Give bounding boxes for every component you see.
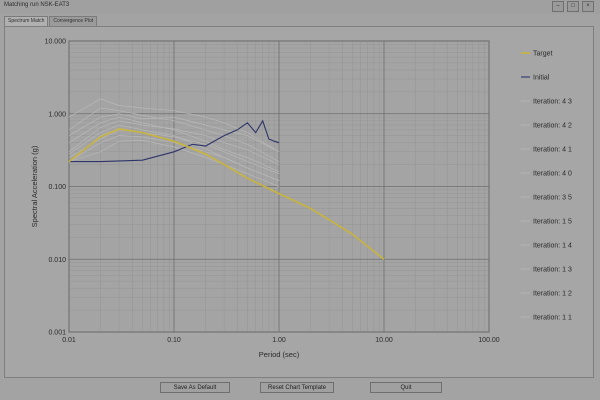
y-tick-label: 0.100 [48,184,66,191]
x-tick-label: 1.00 [272,337,286,344]
legend-entry: Iteration: 1 4 [533,243,572,250]
legend-entry: Iteration: 4 0 [533,171,572,178]
legend-entry: Iteration: 3 5 [533,195,572,202]
chart-panel: 0.01 0.10 1.00 10.00 100.00 0.001 0.010 0.100 1.… [4,26,594,378]
window-title: Matching run NSK-EAT3 [4,2,70,8]
legend-entry: Iteration: 1 2 [533,291,572,298]
maximize-icon[interactable]: □ [567,1,579,12]
x-tick-label: 0.10 [167,337,181,344]
legend-entry: Iteration: 4 2 [533,123,572,130]
x-tick-label: 100.00 [478,337,500,344]
bottom-button-bar: Save As Default Reset Chart Template Qui… [0,378,600,400]
save-as-default-button[interactable]: Save As Default [160,382,230,393]
y-tick-label: 0.001 [48,330,66,337]
minimize-icon[interactable]: – [552,1,564,12]
legend-entry: Iteration: 1 3 [533,267,572,274]
legend-entry: Iteration: 4 1 [533,147,572,154]
legend-entry: Iteration: 4 3 [533,99,572,106]
reset-chart-template-button[interactable]: Reset Chart Template [260,382,334,393]
tab-spectrum-match[interactable]: Spectrum Match [4,16,49,26]
x-tick-label: 10.00 [375,337,393,344]
legend-entry: Target [533,51,553,58]
y-tick-label: 10.000 [45,39,67,46]
quit-button[interactable]: Quit [370,382,442,393]
close-icon[interactable]: × [582,1,594,12]
title-bar: Matching run NSK-EAT3 – □ × [0,0,600,14]
legend-entry: Initial [533,75,550,82]
y-tick-label: 1.000 [48,111,66,118]
tab-convergence-plot[interactable]: Convergence Plot [49,16,98,26]
x-tick-label: 0.01 [62,337,76,344]
app-window: Matching run NSK-EAT3 – □ × Spectrum Mat… [0,0,600,400]
y-axis-label: Spectral Acceleration (g) [30,145,39,227]
spectrum-chart: 0.01 0.10 1.00 10.00 100.00 0.001 0.010 0.100 1.… [30,39,572,360]
x-axis-label: Period (sec) [259,350,300,359]
legend-entry: Iteration: 1 1 [533,315,572,322]
legend-entry: Iteration: 1 5 [533,219,572,226]
window-controls: – □ × [552,1,594,12]
tab-bar: Spectrum Match Convergence Plot [4,16,98,26]
y-tick-label: 0.010 [48,257,66,264]
